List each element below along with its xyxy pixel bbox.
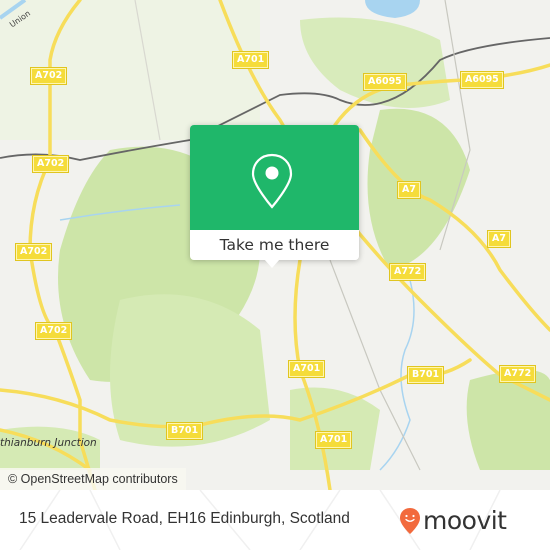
place-label-junction: thianburn Junction bbox=[0, 437, 97, 449]
map-view[interactable]: Union A701 A702 A702 A702 A702 A6095 A60… bbox=[0, 0, 550, 490]
road-label-a702: A702 bbox=[31, 155, 70, 173]
road-label-a702: A702 bbox=[34, 322, 73, 340]
road-label-b701: B701 bbox=[165, 422, 204, 440]
road-label-a702: A702 bbox=[29, 67, 68, 85]
road-label-a6095: A6095 bbox=[460, 71, 504, 89]
reservoir bbox=[365, 0, 420, 18]
popup-header bbox=[190, 125, 359, 230]
moovit-logo[interactable]: moovit bbox=[399, 506, 507, 536]
park-area-se bbox=[466, 370, 550, 470]
road-label-a6095: A6095 bbox=[363, 73, 407, 91]
moovit-wordmark: moovit bbox=[423, 506, 507, 535]
road-label-a772: A772 bbox=[388, 263, 427, 281]
moovit-pin-smile-icon bbox=[400, 508, 420, 534]
road-label-a701: A701 bbox=[287, 360, 326, 378]
park-area-s bbox=[290, 387, 380, 470]
road-label-a7: A7 bbox=[487, 230, 511, 248]
take-me-there-button[interactable]: Take me there bbox=[190, 230, 359, 260]
road-label-b701: B701 bbox=[406, 366, 445, 384]
footer: 15 Leadervale Road, EH16 Edinburgh, Scot… bbox=[0, 490, 550, 550]
road-label-a772: A772 bbox=[498, 365, 537, 383]
road-label-a701: A701 bbox=[231, 51, 270, 69]
map-pin-icon bbox=[251, 153, 293, 209]
osm-attribution[interactable]: © OpenStreetMap contributors bbox=[0, 468, 186, 490]
popup-pointer bbox=[264, 259, 280, 268]
location-popup: Take me there bbox=[190, 125, 359, 268]
road-label-a7: A7 bbox=[397, 181, 421, 199]
address-text: 15 Leadervale Road, EH16 Edinburgh, Scot… bbox=[19, 510, 350, 527]
road-label-a701: A701 bbox=[314, 431, 353, 449]
road-label-a702: A702 bbox=[14, 243, 53, 261]
